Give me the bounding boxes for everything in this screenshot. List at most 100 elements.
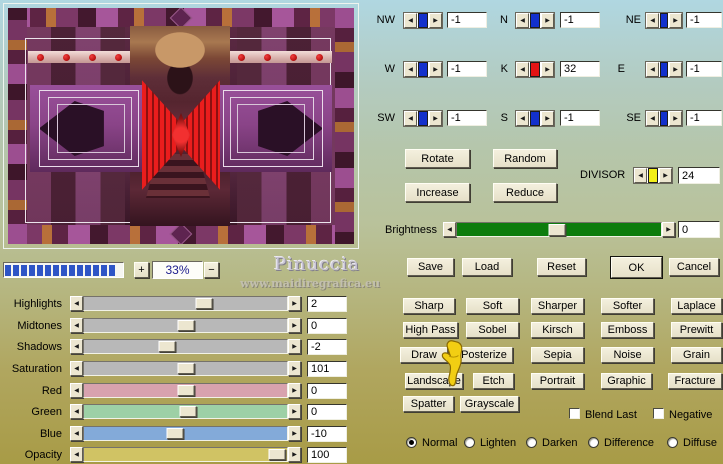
filter-softer-button[interactable]: Softer bbox=[601, 298, 654, 314]
opacity-slider[interactable] bbox=[83, 447, 288, 462]
shadows-thumb[interactable] bbox=[158, 341, 176, 352]
filter-sharp-button[interactable]: Sharp bbox=[403, 298, 455, 314]
spin-left-icon[interactable]: ◀ bbox=[516, 62, 529, 77]
midtones-slider[interactable] bbox=[83, 318, 288, 333]
spinner-thumb[interactable] bbox=[418, 13, 428, 28]
saturation-slider[interactable] bbox=[83, 361, 288, 376]
divisor-spinner[interactable]: ◀ ▶ bbox=[633, 167, 673, 184]
load-button[interactable]: Load bbox=[462, 258, 512, 276]
spinner-thumb[interactable] bbox=[660, 111, 668, 126]
filter-kirsch-button[interactable]: Kirsch bbox=[531, 322, 584, 338]
saturation-thumb[interactable] bbox=[177, 363, 194, 374]
filter-posterize-button[interactable]: Posterize bbox=[455, 347, 513, 363]
opacity-left-arrow[interactable]: ◀ bbox=[70, 447, 83, 462]
filter-prewitt-button[interactable]: Prewitt bbox=[671, 322, 722, 338]
midtones-value[interactable] bbox=[307, 318, 347, 334]
spin-right-icon[interactable]: ▶ bbox=[541, 111, 554, 126]
filter-graphic-button[interactable]: Graphic bbox=[601, 373, 652, 389]
opacity-right-arrow[interactable]: ▶ bbox=[288, 447, 301, 462]
spin-right-icon[interactable]: ▶ bbox=[541, 13, 554, 28]
spin-right-icon[interactable]: ▶ bbox=[669, 62, 682, 77]
zoom-in-button[interactable]: + bbox=[134, 262, 149, 278]
random-button[interactable]: Random bbox=[493, 149, 557, 168]
matrix-spinner-e[interactable]: ◀ ▶ bbox=[645, 61, 683, 78]
reduce-button[interactable]: Reduce bbox=[493, 183, 557, 202]
saturation-right-arrow[interactable]: ▶ bbox=[288, 361, 301, 376]
blue-right-arrow[interactable]: ▶ bbox=[288, 426, 301, 441]
spin-right-icon[interactable]: ▶ bbox=[669, 111, 682, 126]
red-slider[interactable] bbox=[83, 383, 288, 398]
filter-portrait-button[interactable]: Portrait bbox=[531, 373, 584, 389]
saturation-value[interactable] bbox=[307, 361, 347, 377]
spin-left-icon[interactable]: ◀ bbox=[404, 13, 417, 28]
green-slider[interactable] bbox=[83, 404, 288, 419]
matrix-spinner-w[interactable]: ◀ ▶ bbox=[403, 61, 443, 78]
blue-thumb[interactable] bbox=[166, 428, 184, 439]
spin-left-icon[interactable]: ◀ bbox=[646, 62, 659, 77]
opacity-value[interactable] bbox=[307, 447, 347, 463]
blue-value[interactable] bbox=[307, 426, 347, 442]
ok-button[interactable]: OK bbox=[610, 256, 663, 279]
increase-button[interactable]: Increase bbox=[405, 183, 470, 202]
shadows-slider[interactable] bbox=[83, 339, 288, 354]
filter-draw-button[interactable]: Draw bbox=[400, 347, 448, 363]
spinner-thumb[interactable] bbox=[648, 168, 658, 183]
filter-grain-button[interactable]: Grain bbox=[671, 347, 722, 363]
matrix-spinner-k[interactable]: ◀ ▶ bbox=[515, 61, 555, 78]
spinner-thumb[interactable] bbox=[530, 13, 540, 28]
matrix-value-e[interactable] bbox=[686, 61, 722, 77]
filter-laplace-button[interactable]: Laplace bbox=[671, 298, 722, 314]
blue-left-arrow[interactable]: ◀ bbox=[70, 426, 83, 441]
brightness-left-arrow[interactable]: ◀ bbox=[443, 222, 456, 237]
red-left-arrow[interactable]: ◀ bbox=[70, 383, 83, 398]
spin-right-icon[interactable]: ▶ bbox=[429, 13, 442, 28]
spin-right-icon[interactable]: ▶ bbox=[541, 62, 554, 77]
green-value[interactable] bbox=[307, 404, 347, 420]
highlights-right-arrow[interactable]: ▶ bbox=[288, 296, 301, 311]
spin-left-icon[interactable]: ◀ bbox=[646, 13, 659, 28]
spinner-thumb[interactable] bbox=[418, 62, 428, 77]
blue-slider[interactable] bbox=[83, 426, 288, 441]
matrix-spinner-sw[interactable]: ◀ ▶ bbox=[403, 110, 443, 127]
divisor-value[interactable] bbox=[678, 167, 720, 184]
blend-mode-radio-1[interactable] bbox=[464, 437, 475, 448]
matrix-value-k[interactable] bbox=[560, 61, 600, 77]
spinner-thumb[interactable] bbox=[660, 13, 668, 28]
spinner-thumb[interactable] bbox=[530, 62, 540, 77]
spin-left-icon[interactable]: ◀ bbox=[516, 111, 529, 126]
matrix-spinner-n[interactable]: ◀ ▶ bbox=[515, 12, 555, 29]
blend-mode-radio-3[interactable] bbox=[588, 437, 599, 448]
shadows-left-arrow[interactable]: ◀ bbox=[70, 339, 83, 354]
filter-fracture-button[interactable]: Fracture bbox=[668, 373, 722, 389]
spin-right-icon[interactable]: ▶ bbox=[669, 13, 682, 28]
green-right-arrow[interactable]: ▶ bbox=[288, 404, 301, 419]
negative-checkbox[interactable] bbox=[653, 408, 664, 419]
shadows-right-arrow[interactable]: ▶ bbox=[288, 339, 301, 354]
green-left-arrow[interactable]: ◀ bbox=[70, 404, 83, 419]
blend-mode-radio-0[interactable] bbox=[406, 437, 417, 448]
matrix-value-se[interactable] bbox=[686, 110, 722, 126]
filter-soft-button[interactable]: Soft bbox=[466, 298, 519, 314]
red-right-arrow[interactable]: ▶ bbox=[288, 383, 301, 398]
spin-left-icon[interactable]: ◀ bbox=[646, 111, 659, 126]
spin-right-icon[interactable]: ▶ bbox=[429, 111, 442, 126]
opacity-thumb[interactable] bbox=[268, 449, 286, 460]
reset-button[interactable]: Reset bbox=[537, 258, 586, 276]
matrix-value-s[interactable] bbox=[560, 110, 600, 126]
highlights-slider[interactable] bbox=[83, 296, 288, 311]
blend-mode-radio-2[interactable] bbox=[526, 437, 537, 448]
filter-spatter-button[interactable]: Spatter bbox=[403, 396, 454, 412]
blend-mode-radio-4[interactable] bbox=[667, 437, 678, 448]
brightness-slider[interactable] bbox=[456, 222, 662, 237]
spinner-thumb[interactable] bbox=[660, 62, 668, 77]
matrix-spinner-ne[interactable]: ◀ ▶ bbox=[645, 12, 683, 29]
red-value[interactable] bbox=[307, 383, 347, 399]
filter-sepia-button[interactable]: Sepia bbox=[531, 347, 584, 363]
spin-right-icon[interactable]: ▶ bbox=[429, 62, 442, 77]
spin-left-icon[interactable]: ◀ bbox=[634, 168, 647, 183]
filter-noise-button[interactable]: Noise bbox=[601, 347, 654, 363]
highlights-value[interactable] bbox=[307, 296, 347, 312]
green-thumb[interactable] bbox=[179, 406, 197, 417]
spin-left-icon[interactable]: ◀ bbox=[404, 62, 417, 77]
cancel-button[interactable]: Cancel bbox=[669, 258, 719, 276]
